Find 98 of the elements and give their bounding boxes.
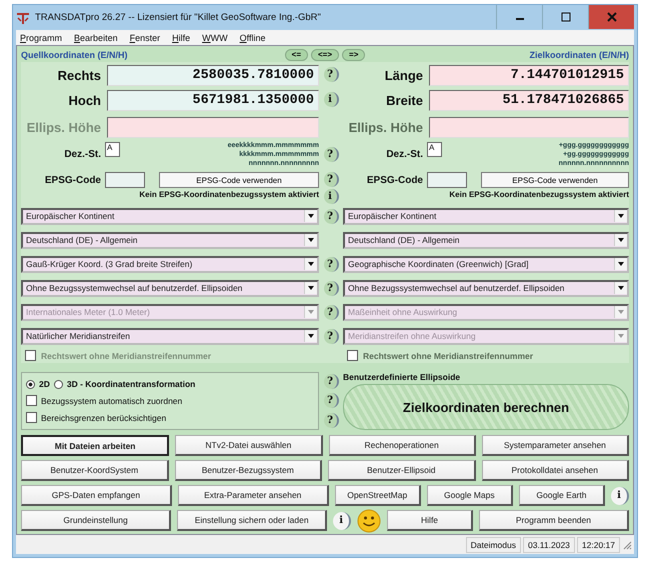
swap-button[interactable]: <=	[284, 49, 308, 61]
coordinate-label: Rechts	[56, 68, 101, 83]
action-button[interactable]: NTv2-Datei auswählen	[175, 435, 322, 456]
height-label: Ellips. Höhe	[26, 120, 101, 135]
coordinate-field[interactable]: 5671981.1350000	[107, 90, 319, 111]
help-icon[interactable]: i	[324, 92, 338, 107]
help-icon[interactable]: ?	[324, 374, 338, 390]
checkbox-label: Bezugssystem automatisch zuordnen	[41, 396, 182, 406]
epsg-status-text: Kein EPSG-Koordinatenbezugssystem aktiviert	[449, 190, 629, 199]
help-icon[interactable]: ?	[324, 280, 338, 296]
height-field[interactable]	[107, 117, 319, 138]
help-icon[interactable]: ?	[324, 67, 338, 82]
dropdown[interactable]: Ohne Bezugssystemwechsel auf benutzerdef. Ellipsoiden	[343, 280, 629, 296]
coordinate-field[interactable]: 51.178471026865	[429, 90, 629, 111]
info-icon[interactable]: i	[610, 486, 629, 504]
action-button[interactable]: OpenStreetMap	[334, 485, 421, 506]
epsg-label: EPSG-Code	[366, 174, 423, 186]
menu-item[interactable]: Offline	[240, 32, 266, 42]
coordinate-label: Breite	[385, 93, 423, 108]
height-field[interactable]	[429, 117, 629, 138]
decimals-field[interactable]: A	[427, 142, 442, 157]
help-icon[interactable]: ?	[324, 328, 338, 344]
smiley-icon[interactable]	[357, 508, 382, 532]
checkbox[interactable]	[347, 350, 358, 361]
swap-button[interactable]: =>	[342, 49, 366, 61]
checkbox-label: Rechtswert ohne Meridianstreifennummer	[363, 350, 534, 360]
menu-item[interactable]: WWW	[202, 32, 228, 42]
compute-button[interactable]: Zielkoordinaten berechnen	[343, 384, 629, 430]
resize-grip-icon[interactable]	[622, 540, 632, 550]
help-icon[interactable]: ?	[324, 256, 338, 272]
menu-item[interactable]: Fenster	[130, 32, 160, 42]
radio-button[interactable]	[26, 380, 35, 388]
action-button[interactable]: Extra-Parameter ansehen	[178, 485, 329, 506]
decimals-label: Dez.-St.	[63, 148, 101, 160]
window-title: TRANSDATpro 26.27 -- Lizensiert für "Killet GeoSoftware Ing.-GbR"	[35, 12, 322, 23]
menu-item[interactable]: Programm	[20, 32, 62, 42]
radio-label: 2D	[39, 379, 50, 389]
action-button[interactable]: Benutzer-Ellipsoid	[328, 460, 476, 481]
checkbox-label: Rechtswert ohne Meridianstreifennummer	[41, 350, 212, 360]
dropdown[interactable]: Deutschland (DE) - Allgemein	[343, 232, 629, 248]
help-icon[interactable]: ?	[324, 412, 338, 428]
dropdown[interactable]: Natürlicher Meridianstreifen	[21, 328, 319, 344]
help-icon[interactable]: ?	[324, 393, 338, 408]
section-label: Benutzerdefinierte Ellipsoide	[343, 372, 462, 382]
close-icon	[606, 12, 616, 22]
epsg-label: EPSG-Code	[44, 174, 101, 186]
dropdown[interactable]: Europäischer Kontinent	[343, 208, 629, 224]
epsg-field[interactable]	[427, 172, 467, 188]
close-button[interactable]	[588, 5, 634, 29]
height-label: Ellips. Höhe	[348, 120, 423, 135]
action-button[interactable]: Einstellung sichern oder laden	[177, 510, 328, 531]
dropdown[interactable]: Deutschland (DE) - Allgemein	[21, 232, 319, 248]
action-button[interactable]: GPS-Daten empfangen	[21, 485, 172, 506]
epsg-button[interactable]: EPSG-Code verwenden	[481, 172, 629, 188]
status-text: 12:20:17	[576, 536, 620, 552]
decimals-field[interactable]: A	[105, 142, 120, 157]
action-button[interactable]: Mit Dateien arbeiten	[21, 435, 170, 456]
checkbox-label: Bereichsgrenzen berücksichtigen	[41, 412, 166, 422]
checkbox[interactable]	[26, 395, 37, 406]
info-icon[interactable]: i	[333, 512, 352, 530]
menu-item[interactable]: Bearbeiten	[74, 32, 118, 42]
action-button[interactable]: Systemparameter ansehen	[482, 435, 629, 456]
dropdown[interactable]: Europäischer Kontinent	[21, 208, 319, 224]
action-button[interactable]: Programm beenden	[478, 510, 629, 531]
action-button[interactable]: Grundeinstellung	[21, 510, 172, 531]
action-button[interactable]: Benutzer-KoordSystem	[21, 460, 168, 481]
action-button[interactable]: Rechenoperationen	[328, 435, 476, 456]
decimals-label: Dez.-St.	[385, 148, 423, 160]
coordinate-field[interactable]: 7.144701012915	[429, 65, 629, 86]
app-logo-icon	[16, 10, 30, 24]
radio-label: 3D - Koordinatentransformation	[66, 379, 196, 389]
action-button[interactable]: Benutzer-Bezugssystem	[174, 460, 322, 481]
maximize-icon	[560, 12, 570, 22]
dropdown[interactable]: Ohne Bezugssystemwechsel auf benutzerdef. Ellipsoiden	[21, 280, 319, 296]
action-button[interactable]: Google Maps	[426, 485, 513, 506]
dropdown[interactable]: Geographische Koordinaten (Greenwich) [Grad]	[343, 256, 629, 272]
radio-button[interactable]	[54, 380, 63, 388]
dropdown[interactable]: Gauß-Krüger Koord. (3 Grad breite Streifen)	[21, 256, 319, 272]
coordinate-label: Hoch	[68, 93, 101, 108]
epsg-button[interactable]: EPSG-Code verwenden	[159, 172, 319, 188]
checkbox[interactable]	[26, 412, 37, 423]
swap-button[interactable]: <=>	[311, 49, 340, 61]
epsg-status-text: Kein EPSG-Koordinatenbezugssystem aktiviert	[139, 190, 319, 199]
coordinate-field[interactable]: 2580035.7810000	[107, 65, 319, 86]
help-icon[interactable]: ?	[324, 208, 338, 224]
section-heading: Quellkoordinaten (E/N/H)	[21, 50, 129, 60]
epsg-field[interactable]	[105, 172, 145, 188]
status-text: 03.11.2023	[522, 536, 575, 552]
help-icon[interactable]: ?	[324, 172, 338, 186]
action-button[interactable]: Hilfe	[387, 510, 473, 531]
status-text: Dateimodus	[466, 536, 521, 552]
coordinate-label: Länge	[384, 68, 423, 83]
info-icon[interactable]: i	[324, 189, 338, 204]
section-heading: Zielkoordinaten (E/N/H)	[528, 50, 630, 60]
action-button[interactable]: Google Earth	[518, 485, 605, 506]
action-button[interactable]: Protokolldatei ansehen	[482, 460, 629, 481]
help-icon[interactable]: ?	[324, 146, 338, 162]
menu-item[interactable]: Hilfe	[172, 32, 190, 42]
